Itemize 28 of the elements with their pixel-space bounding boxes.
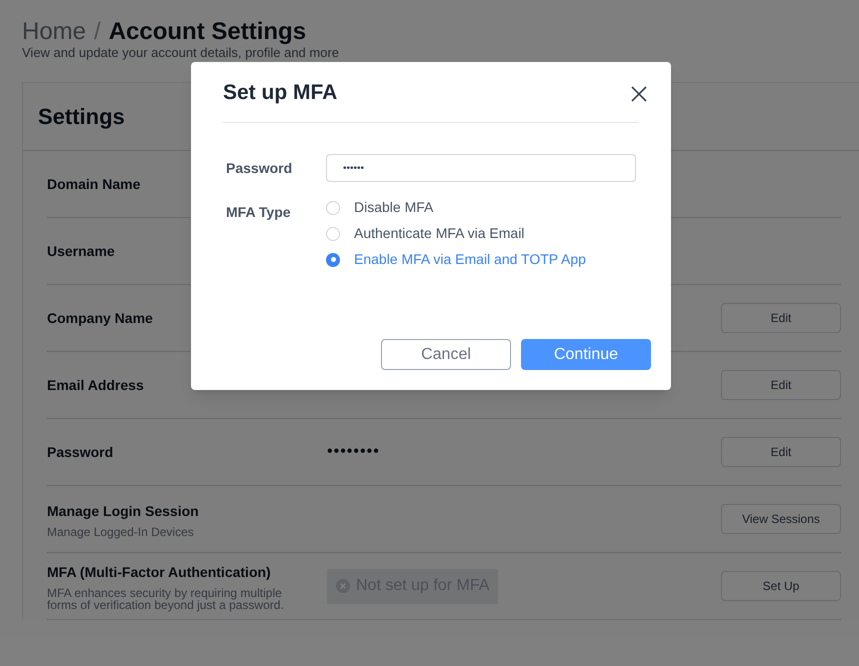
row-button[interactable]: Set Up [721, 571, 841, 601]
setting-label: Domain Name [47, 174, 140, 194]
radio-option[interactable]: Authenticate MFA via Email [326, 225, 586, 242]
row-button[interactable]: View Sessions [721, 504, 841, 534]
setting-description: MFA enhances security by requiring multiple forms of verification beyond just a password. [47, 586, 285, 610]
radio-option[interactable]: Enable MFA via Email and TOTP App [326, 251, 586, 268]
field-label: Password [226, 158, 294, 178]
row-button[interactable]: Edit [721, 370, 841, 400]
password-value: •••••••• [327, 443, 380, 460]
setting-label: Username [47, 242, 115, 260]
field-label: MFA Type [226, 203, 292, 222]
dialog-title: Set up MFA [223, 80, 338, 106]
page-title: Account Settings [108, 18, 306, 46]
setting-label: Email Address [47, 376, 144, 394]
breadcrumb-separator: / [94, 18, 101, 46]
setting-label: MFA (Multi-Factor Authentication) [47, 562, 271, 582]
setting-label: Password [47, 442, 114, 462]
password-field[interactable]: •••••• [326, 154, 636, 182]
cancel-button[interactable]: Cancel [381, 339, 511, 370]
breadcrumb-link[interactable]: Home [22, 18, 86, 46]
radio-option[interactable]: Disable MFA [326, 199, 586, 216]
page-subtitle: View and update your account details, profile and more [22, 46, 340, 60]
row-button[interactable]: Edit [721, 437, 841, 467]
setting-label: Company Name [47, 308, 153, 328]
row-button[interactable]: Edit [721, 303, 841, 333]
setting-description: Manage Logged-In Devices [47, 526, 195, 538]
continue-button[interactable]: Continue [521, 339, 651, 370]
setting-label: Manage Login Session [47, 502, 199, 521]
